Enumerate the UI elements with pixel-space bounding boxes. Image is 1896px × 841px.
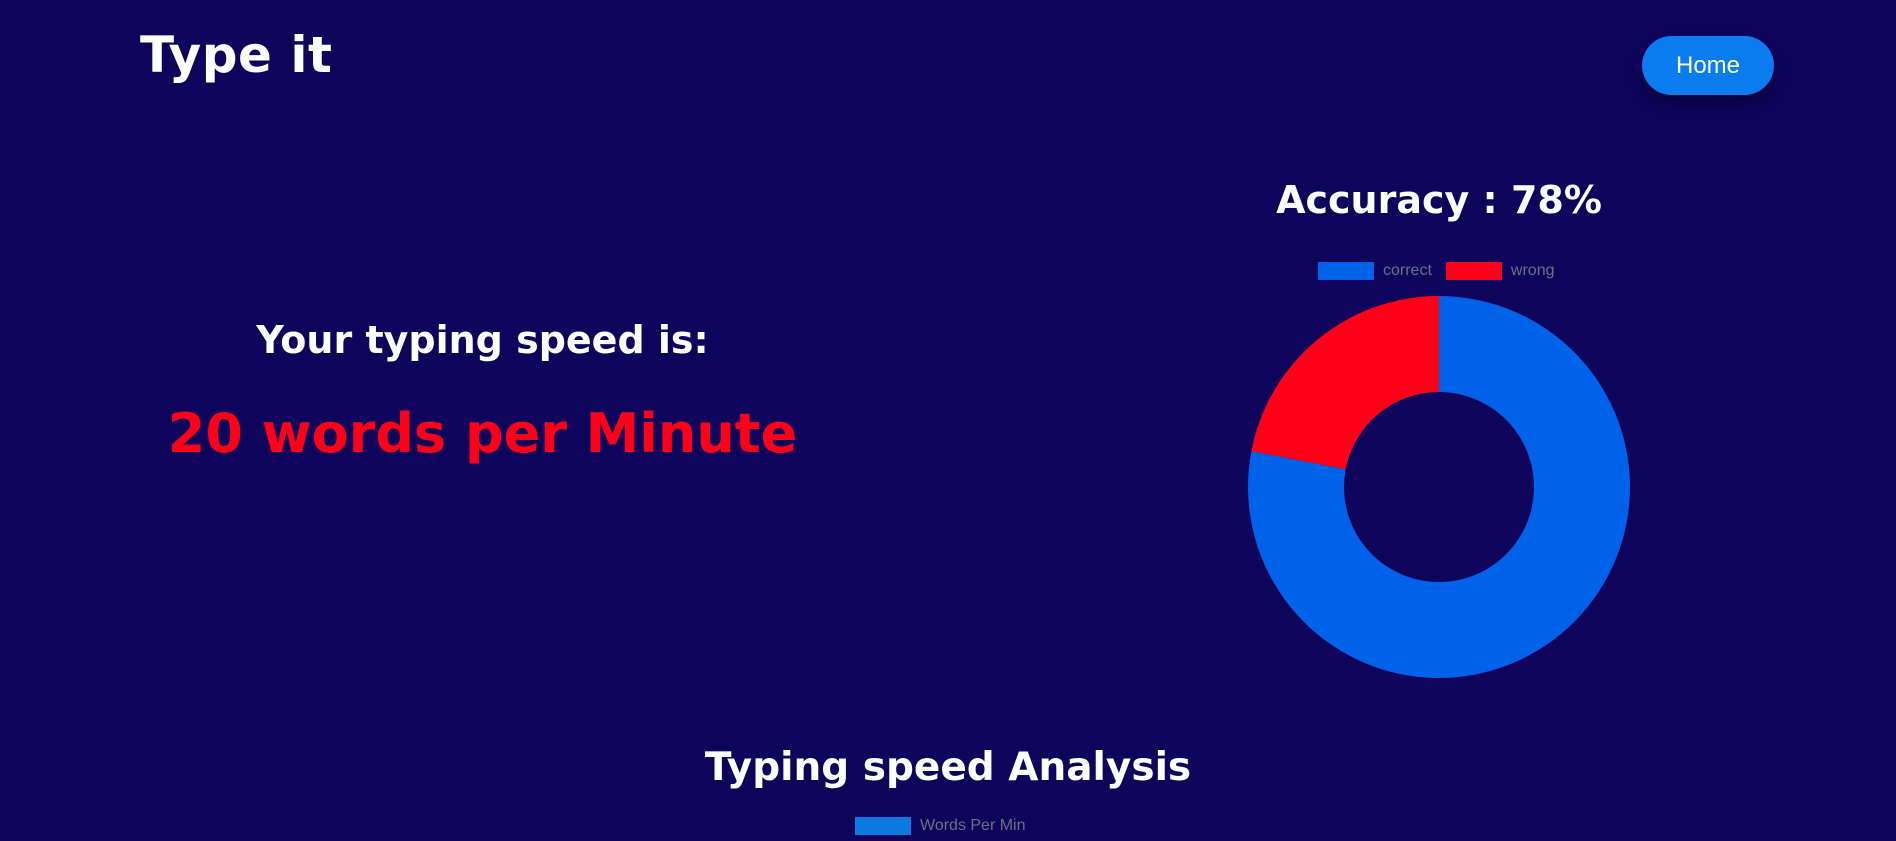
typing-speed-label: Your typing speed is: xyxy=(256,318,709,362)
results-page: Type it Home Your typing speed is: 20 wo… xyxy=(0,0,1896,841)
analysis-title: Typing speed Analysis xyxy=(704,745,1192,790)
typing-speed-value: 20 words per Minute xyxy=(167,402,798,465)
accuracy-legend: correct wrong xyxy=(1318,262,1568,280)
legend-item-words-per-min[interactable]: Words Per Min xyxy=(855,817,1026,835)
legend-label-correct: correct xyxy=(1383,262,1432,279)
donut-slice-wrong[interactable] xyxy=(1251,296,1439,470)
legend-item-correct[interactable]: correct xyxy=(1318,262,1432,280)
app-logo: Type it xyxy=(140,26,333,84)
accuracy-title: Accuracy : 78% xyxy=(1276,178,1602,222)
accuracy-donut-chart xyxy=(1248,296,1630,678)
legend-item-wrong[interactable]: wrong xyxy=(1445,262,1555,280)
legend-label-words-per-min: Words Per Min xyxy=(920,817,1026,834)
analysis-legend: Words Per Min xyxy=(855,817,1040,835)
home-button[interactable]: Home xyxy=(1642,36,1774,95)
legend-swatch-correct xyxy=(1318,262,1374,280)
legend-swatch-wrong xyxy=(1445,262,1502,280)
legend-label-wrong: wrong xyxy=(1510,262,1555,279)
legend-swatch-words-per-min xyxy=(855,817,911,835)
